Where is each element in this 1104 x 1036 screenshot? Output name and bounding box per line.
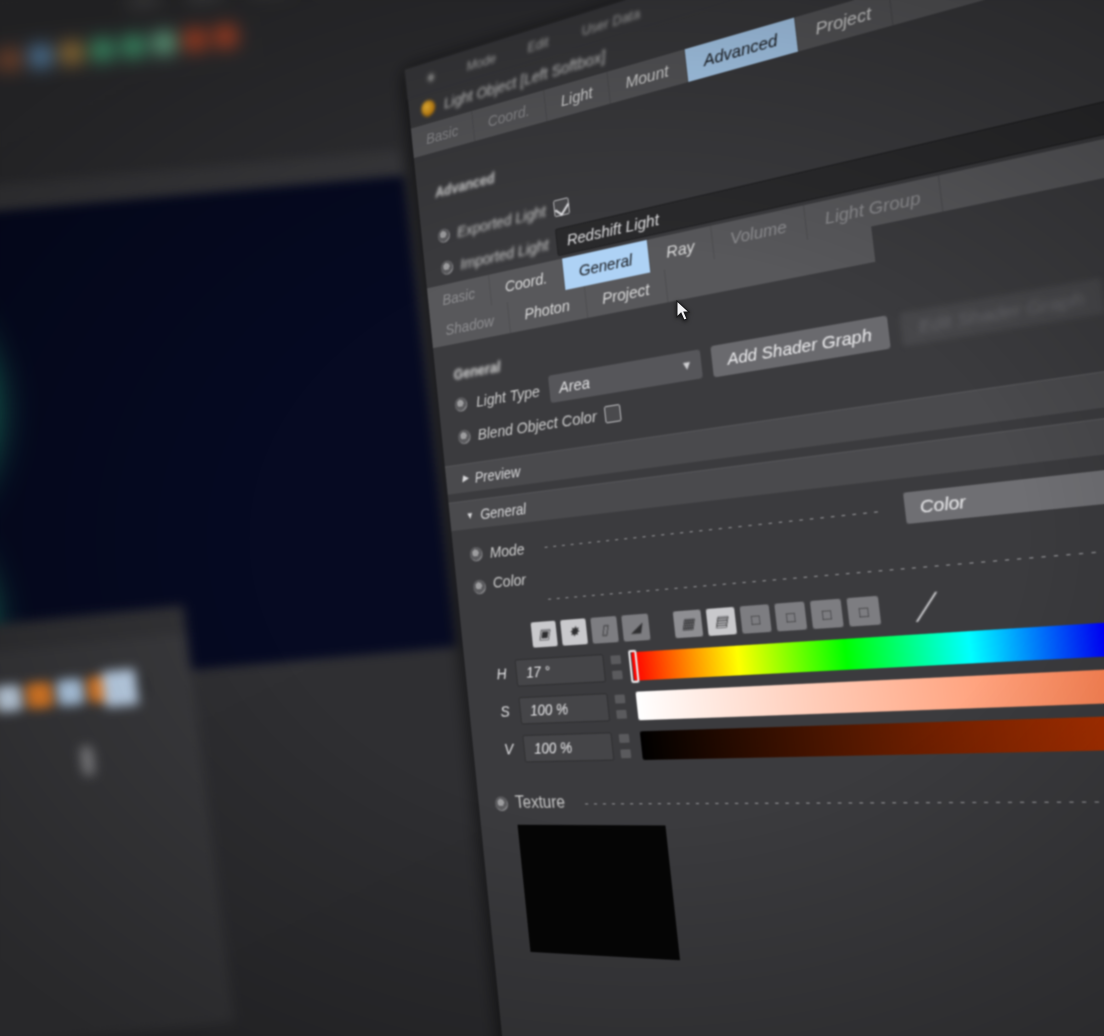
parameter-knob-icon[interactable] bbox=[494, 796, 509, 812]
swatch-md-icon[interactable]: □ bbox=[774, 601, 808, 632]
parameter-knob-icon[interactable] bbox=[454, 396, 468, 413]
screenshot-root: Mesh Spline Volume Animate Simulate Trac… bbox=[0, 0, 1104, 1036]
light-type-value: Area bbox=[557, 373, 591, 397]
toolbar-icon[interactable] bbox=[121, 34, 146, 59]
group-preview-label: Preview bbox=[473, 462, 522, 486]
material-tool-icon[interactable] bbox=[100, 668, 140, 708]
saturation-label: S bbox=[499, 702, 511, 721]
texture-thumbnail[interactable] bbox=[517, 824, 681, 961]
color-mixer-icon[interactable]: ▣ bbox=[530, 620, 558, 648]
value-label: V bbox=[503, 740, 515, 759]
am-menu-edit[interactable]: Edit bbox=[527, 33, 550, 55]
color-label: Color bbox=[491, 571, 527, 592]
light-type-label: Light Type bbox=[475, 382, 541, 411]
grip-icon bbox=[424, 68, 438, 86]
eyedropper-icon[interactable]: ╱ bbox=[915, 591, 934, 623]
chevron-down-icon: ▼ bbox=[680, 358, 694, 374]
toolbar-icon[interactable] bbox=[213, 24, 238, 49]
chevron-down-icon[interactable]: ▼ bbox=[465, 509, 474, 520]
mouse-pointer bbox=[676, 300, 691, 321]
menu-item[interactable]: Spline bbox=[186, 0, 224, 3]
parameter-knob-icon[interactable] bbox=[469, 546, 484, 562]
parameter-knob-icon[interactable] bbox=[457, 428, 472, 445]
value-stepper[interactable] bbox=[618, 733, 632, 759]
parameter-knob-icon[interactable] bbox=[437, 227, 451, 245]
material-swatch[interactable] bbox=[24, 681, 54, 710]
chevron-right-icon[interactable]: ▶ bbox=[462, 472, 469, 484]
color-spectrum-icon[interactable]: ◢ bbox=[621, 613, 651, 642]
toolbar-icon[interactable] bbox=[90, 37, 115, 62]
texture-label: Texture bbox=[514, 793, 566, 813]
toolbar-icon[interactable] bbox=[151, 30, 177, 56]
toolbar-icon[interactable] bbox=[28, 44, 53, 69]
material-pin-icon bbox=[79, 745, 96, 777]
mode-label: Mode bbox=[488, 540, 526, 562]
menu-item[interactable]: Mesh bbox=[128, 0, 161, 9]
swatch-xl-icon[interactable]: □ bbox=[846, 595, 882, 627]
hue-stepper[interactable] bbox=[610, 655, 623, 680]
exported-light-checkbox[interactable] bbox=[552, 197, 570, 218]
parameter-knob-icon[interactable] bbox=[472, 579, 487, 595]
attribute-manager-body: Advanced Exported Light Imported Light R… bbox=[413, 0, 1104, 1004]
toolbar-icon[interactable] bbox=[182, 27, 207, 52]
material-swatch[interactable] bbox=[0, 684, 23, 713]
saturation-stepper[interactable] bbox=[614, 694, 628, 719]
saturation-input[interactable]: 100 % bbox=[518, 693, 611, 725]
dotted-leader bbox=[582, 800, 1104, 804]
am-menu-mode[interactable]: Mode bbox=[466, 49, 497, 73]
swatch-sm-icon[interactable]: □ bbox=[739, 604, 772, 634]
color-wheel-icon[interactable]: ✸ bbox=[560, 618, 589, 646]
parameter-knob-icon[interactable] bbox=[440, 259, 454, 276]
render-blob bbox=[0, 246, 13, 574]
group-general-label: General bbox=[479, 499, 527, 522]
toolbar-icon[interactable] bbox=[0, 47, 22, 72]
swatch-lg-icon[interactable]: □ bbox=[809, 598, 844, 630]
hue-label: H bbox=[495, 664, 508, 684]
blend-object-color-checkbox[interactable] bbox=[603, 403, 622, 424]
swatch-list-icon[interactable]: ▤ bbox=[705, 606, 738, 637]
toolbar-icon[interactable] bbox=[59, 40, 84, 66]
material-swatch[interactable] bbox=[55, 677, 85, 707]
value-input[interactable]: 100 % bbox=[522, 732, 615, 763]
attribute-manager[interactable]: Mode Edit User Data Light Object [Left S… bbox=[405, 0, 1104, 1036]
color-sliders-icon[interactable]: ▯ bbox=[590, 615, 619, 644]
swatch-grid-icon[interactable]: ▦ bbox=[672, 609, 704, 639]
light-bulb-icon bbox=[420, 98, 437, 119]
hue-input[interactable]: 17 ° bbox=[514, 653, 607, 687]
